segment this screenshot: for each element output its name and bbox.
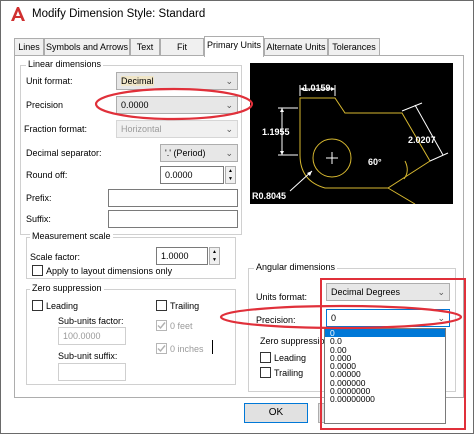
- trailing-label: Trailing: [170, 301, 200, 311]
- tab-alternate-units[interactable]: Alternate Units: [264, 38, 328, 56]
- inches-checkbox[interactable]: [156, 343, 167, 354]
- decimal-separator-dropdown[interactable]: '.' (Period) ⌄: [160, 144, 238, 162]
- tab-tolerances[interactable]: Tolerances: [328, 38, 380, 56]
- preview-dim-radius: R0.8045: [252, 191, 287, 201]
- decimal-separator-label: Decimal separator:: [26, 148, 102, 158]
- scale-factor-input[interactable]: 1.0000: [156, 247, 208, 265]
- tab-primary-units[interactable]: Primary Units: [204, 36, 264, 57]
- units-format-label: Units format:: [256, 292, 308, 302]
- preview-dim-right: 2.0207: [408, 135, 436, 145]
- sub-units-factor-label: Sub-units factor:: [58, 316, 124, 326]
- window-title: Modify Dimension Style: Standard: [32, 8, 206, 20]
- feet-checkbox[interactable]: [156, 320, 167, 331]
- tab-text[interactable]: Text: [130, 38, 160, 56]
- text-cursor: [212, 340, 213, 354]
- dimension-preview: 1.0159 1.1955 2.0207 60° R0.8045: [250, 63, 453, 205]
- decimal-separator-value: '.' (Period): [165, 148, 206, 158]
- round-off-input[interactable]: 0.0000: [160, 166, 224, 184]
- annotation-red-box: [320, 278, 466, 430]
- apply-layout-label: Apply to layout dimensions only: [46, 266, 173, 276]
- sub-units-factor-input[interactable]: 100.0000: [58, 327, 126, 345]
- suffix-label: Suffix:: [26, 214, 51, 224]
- ok-button[interactable]: OK: [244, 403, 308, 423]
- precision-label: Precision: [26, 100, 64, 110]
- tab-symbols-and-arrows[interactable]: Symbols and Arrows: [44, 38, 130, 56]
- preview-dim-left: 1.1955: [262, 127, 290, 137]
- chevron-down-icon: ⌄: [225, 76, 233, 86]
- suffix-input[interactable]: [108, 210, 238, 228]
- prefix-input[interactable]: [108, 189, 238, 207]
- linear-dimensions-title: Linear dimensions: [26, 59, 104, 69]
- zero-suppression-title: Zero suppression: [30, 283, 104, 293]
- tab-fit[interactable]: Fit: [160, 38, 204, 56]
- angular-precision-label: Precision:: [256, 315, 296, 325]
- preview-dim-top: 1.0159: [303, 83, 331, 93]
- preview-dim-angle: 60°: [368, 157, 382, 167]
- inches-label: 0 inches: [170, 344, 204, 354]
- prefix-label: Prefix:: [26, 193, 52, 203]
- leading-label: Leading: [46, 301, 79, 311]
- scale-factor-label: Scale factor:: [30, 252, 81, 262]
- chevron-down-icon: ⌄: [225, 100, 233, 110]
- precision-dropdown[interactable]: 0.0000 ⌄: [116, 96, 238, 114]
- chevron-down-icon: ⌄: [225, 148, 233, 158]
- autocad-logo-icon: [10, 6, 26, 22]
- chevron-down-icon: ⌄: [225, 124, 233, 134]
- angular-dimensions-title: Angular dimensions: [254, 262, 338, 272]
- apply-layout-checkbox[interactable]: [32, 265, 43, 276]
- angular-trailing-label: Trailing: [274, 368, 304, 378]
- angular-leading-label: Leading: [274, 353, 307, 363]
- fraction-format-dropdown[interactable]: Horizontal ⌄: [116, 120, 238, 138]
- unit-format-label: Unit format:: [26, 76, 73, 86]
- angular-trailing-checkbox[interactable]: [260, 367, 271, 378]
- unit-format-dropdown[interactable]: Decimal ⌄: [116, 72, 238, 90]
- fraction-format-value: Horizontal: [121, 124, 162, 134]
- measurement-scale-title: Measurement scale: [30, 231, 113, 241]
- sub-unit-suffix-label: Sub-unit suffix:: [58, 351, 118, 361]
- leading-checkbox[interactable]: [32, 300, 43, 311]
- feet-label: 0 feet: [170, 321, 193, 331]
- sub-unit-suffix-input[interactable]: [58, 363, 126, 381]
- round-off-label: Round off:: [26, 170, 68, 180]
- scale-factor-spinner[interactable]: ▲ ▼: [209, 247, 220, 265]
- unit-format-value: Decimal: [121, 76, 154, 86]
- fraction-format-label: Fraction format:: [24, 124, 88, 134]
- round-off-spinner[interactable]: ▲ ▼: [225, 166, 236, 184]
- precision-value: 0.0000: [121, 100, 149, 110]
- tab-lines[interactable]: Lines: [14, 38, 44, 56]
- angular-leading-checkbox[interactable]: [260, 352, 271, 363]
- trailing-checkbox[interactable]: [156, 300, 167, 311]
